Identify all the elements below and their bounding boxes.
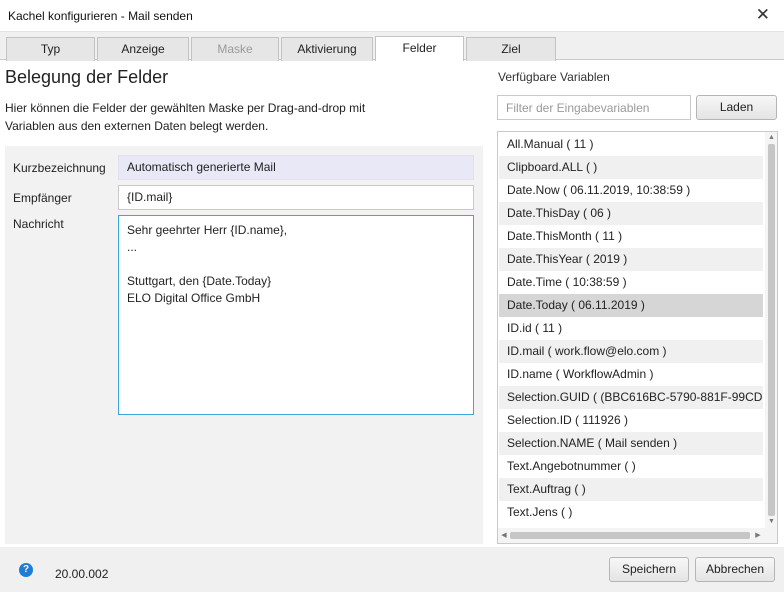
- variable-filter-input[interactable]: [497, 95, 691, 120]
- variable-list-item[interactable]: Date.ThisYear ( 2019 ): [499, 248, 763, 271]
- horizontal-scrollbar[interactable]: ◀ ▶: [498, 528, 765, 543]
- tab-felder[interactable]: Felder: [375, 36, 464, 61]
- variable-list-item[interactable]: Text.Auftrag ( ): [499, 478, 763, 501]
- vertical-scroll-thumb[interactable]: [768, 144, 775, 516]
- tab-typ[interactable]: Typ: [6, 37, 95, 61]
- tab-aktivierung[interactable]: Aktivierung: [281, 37, 373, 61]
- cancel-button[interactable]: Abbrechen: [695, 557, 775, 582]
- scroll-corner: [765, 528, 777, 543]
- tab-bar: Typ Anzeige Maske Aktivierung Felder Zie…: [0, 32, 784, 61]
- variable-list-item[interactable]: Date.ThisDay ( 06 ): [499, 202, 763, 225]
- scroll-down-icon[interactable]: ▼: [765, 517, 777, 527]
- close-icon[interactable]: ✕: [756, 5, 770, 25]
- kurzbezeichnung-field[interactable]: Automatisch generierte Mail: [118, 155, 474, 180]
- variable-list-item[interactable]: Clipboard.ALL ( ): [499, 156, 763, 179]
- tab-ziel[interactable]: Ziel: [466, 37, 556, 61]
- vertical-scrollbar[interactable]: ▲ ▼: [765, 132, 777, 528]
- tab-maske: Maske: [191, 37, 279, 61]
- page-title: Belegung der Felder: [5, 67, 169, 87]
- variable-list-item[interactable]: Date.Today ( 06.11.2019 ): [499, 294, 763, 317]
- version-label: 20.00.002: [55, 567, 109, 581]
- variable-list-item[interactable]: Text.Angebotnummer ( ): [499, 455, 763, 478]
- variable-list-item[interactable]: Selection.GUID ( (BBC616BC-5790-881F-99C…: [499, 386, 763, 409]
- variable-list-item[interactable]: Selection.ID ( 111926 ): [499, 409, 763, 432]
- scroll-left-icon[interactable]: ◀: [499, 530, 509, 541]
- variable-list[interactable]: All.Manual ( 11 ) Clipboard.ALL ( ) Date.N…: [497, 131, 778, 544]
- help-icon[interactable]: ?: [19, 563, 33, 577]
- footer-bar: ? 20.00.002 Speichern Abbrechen: [0, 547, 784, 592]
- field-mapping-panel: Kurzbezeichnung Automatisch generierte M…: [5, 146, 483, 544]
- nachricht-textarea[interactable]: Sehr geehrter Herr {ID.name}, ... Stuttg…: [118, 215, 474, 415]
- label-empfaenger: Empfänger: [13, 191, 72, 205]
- variable-list-item[interactable]: ID.id ( 11 ): [499, 317, 763, 340]
- variable-list-item[interactable]: Selection.NAME ( Mail senden ): [499, 432, 763, 455]
- variables-title: Verfügbare Variablen: [498, 70, 610, 84]
- variable-list-item[interactable]: Date.Time ( 10:38:59 ): [499, 271, 763, 294]
- variable-list-item[interactable]: All.Manual ( 11 ): [499, 133, 763, 156]
- variable-list-item[interactable]: Text.Jens ( ): [499, 501, 763, 524]
- load-button[interactable]: Laden: [696, 95, 777, 120]
- variable-list-item[interactable]: Date.ThisMonth ( 11 ): [499, 225, 763, 248]
- variable-list-item[interactable]: ID.name ( WorkflowAdmin ): [499, 363, 763, 386]
- horizontal-scroll-thumb[interactable]: [510, 532, 750, 539]
- save-button[interactable]: Speichern: [609, 557, 689, 582]
- scroll-right-icon[interactable]: ▶: [753, 530, 763, 541]
- scroll-up-icon[interactable]: ▲: [765, 133, 777, 143]
- label-nachricht: Nachricht: [13, 217, 64, 231]
- label-kurzbezeichnung: Kurzbezeichnung: [13, 161, 106, 175]
- tab-anzeige[interactable]: Anzeige: [97, 37, 189, 61]
- title-bar: Kachel konfigurieren - Mail senden ✕: [0, 0, 784, 32]
- variable-list-item[interactable]: ID.mail ( work.flow@elo.com ): [499, 340, 763, 363]
- variable-list-item[interactable]: Date.Now ( 06.11.2019, 10:38:59 ): [499, 179, 763, 202]
- empfaenger-field[interactable]: {ID.mail}: [118, 185, 474, 210]
- window-title: Kachel konfigurieren - Mail senden: [8, 9, 193, 23]
- description-text: Hier können die Felder der gewählten Mas…: [5, 101, 366, 133]
